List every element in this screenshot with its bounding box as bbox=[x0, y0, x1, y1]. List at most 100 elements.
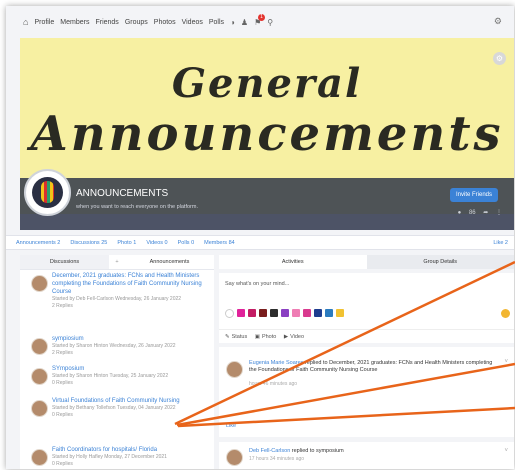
post-composer: Say what's on your mind... ✎ Status ▣ Phot… bbox=[219, 273, 514, 343]
home-icon[interactable]: ⌂ bbox=[23, 17, 28, 27]
discussion-meta: Started by Sharon Hinton Tuesday, 25 Jan… bbox=[52, 373, 169, 379]
discussion-title[interactable]: Virtual Foundations of Faith Community N… bbox=[52, 397, 214, 405]
color-swatch[interactable] bbox=[325, 309, 333, 317]
group-name: ANNOUNCEMENTS bbox=[76, 188, 169, 199]
banner-title-line1: General bbox=[171, 60, 363, 107]
composer-input[interactable]: Say what's on your mind... bbox=[225, 281, 289, 287]
color-swatch[interactable] bbox=[270, 309, 278, 317]
stat-members[interactable]: Members 84 bbox=[204, 240, 235, 246]
activity-author[interactable]: Eugenia Marie Soares bbox=[249, 360, 303, 366]
tab-announcements[interactable]: Announcements bbox=[125, 255, 214, 269]
stat-videos[interactable]: Videos 0 bbox=[146, 240, 167, 246]
appearance-icon[interactable]: ◑ bbox=[230, 18, 235, 27]
video-icon: ▶ bbox=[283, 334, 289, 340]
chevron-down-icon[interactable]: ˅ bbox=[504, 448, 508, 454]
avatar[interactable] bbox=[226, 449, 243, 466]
list-item: Virtual Foundations of Faith Community N… bbox=[20, 394, 214, 443]
color-swatch[interactable] bbox=[292, 309, 300, 317]
discussion-replies: 2 Replies bbox=[52, 303, 73, 309]
avatar[interactable] bbox=[226, 361, 243, 378]
discussion-meta: Started by Deb Fell-Carlson Wednesday, 2… bbox=[52, 296, 182, 302]
nav-profile[interactable]: Profile bbox=[34, 19, 54, 26]
discussions-panel: Discussions + Announcements December, 20… bbox=[20, 255, 214, 469]
color-swatch[interactable] bbox=[314, 309, 322, 317]
gear-icon[interactable]: ⚙ bbox=[494, 16, 502, 27]
color-swatch[interactable] bbox=[225, 309, 234, 318]
activity-author[interactable]: Deb Fell-Carlson bbox=[249, 448, 290, 454]
discussion-list: December, 2021 graduates: FCNs and Healt… bbox=[20, 269, 214, 469]
discussion-title[interactable]: sympiosium bbox=[52, 335, 214, 343]
composer-tools: ✎ Status ▣ Photo ▶ Video bbox=[219, 329, 514, 344]
nav-members[interactable]: Members bbox=[60, 19, 89, 26]
list-item: SYmposium Started by Sharon Hinton Tuesd… bbox=[20, 362, 214, 394]
user-icon[interactable]: ♟ bbox=[241, 18, 248, 27]
discussion-replies: 0 Replies bbox=[52, 412, 73, 418]
stat-polls[interactable]: Polls 0 bbox=[178, 240, 195, 246]
stat-announcements[interactable]: Announcements 2 bbox=[16, 240, 60, 246]
color-swatch[interactable] bbox=[237, 309, 245, 317]
left-tabs: Discussions + Announcements bbox=[20, 255, 214, 270]
composer-status-button[interactable]: Status bbox=[232, 334, 248, 340]
color-swatch[interactable] bbox=[281, 309, 289, 317]
background-color-picker bbox=[225, 309, 347, 318]
avatar[interactable] bbox=[31, 338, 48, 355]
activity-text: Eugenia Marie Soares replied to December… bbox=[249, 360, 494, 374]
invite-friends-button[interactable]: Invite Friends bbox=[449, 188, 498, 202]
list-item: sympiosium Started by Sharon Hinton Wedn… bbox=[20, 332, 214, 362]
activity-time: 17 hours 34 minutes ago bbox=[249, 456, 305, 462]
list-item: December, 2021 graduates: FCNs and Healt… bbox=[20, 269, 214, 332]
activity-time: hours 46 minutes ago bbox=[249, 381, 298, 387]
nav-groups[interactable]: Groups bbox=[125, 19, 148, 26]
discussion-title[interactable]: December, 2021 graduates: FCNs and Healt… bbox=[52, 272, 214, 296]
group-avatar[interactable] bbox=[24, 169, 71, 216]
photo-icon: ▣ bbox=[254, 334, 260, 340]
discussion-meta: Started by Holly Hafley Monday, 27 Decem… bbox=[52, 454, 167, 460]
chevron-down-icon[interactable]: ˅ bbox=[504, 359, 508, 365]
color-swatch[interactable] bbox=[248, 309, 256, 317]
status-icon: ✎ bbox=[225, 334, 230, 340]
members-icon[interactable]: ● bbox=[458, 210, 462, 216]
search-icon[interactable]: ⚲ bbox=[267, 18, 273, 27]
member-count: 86 bbox=[468, 210, 476, 216]
discussion-title[interactable]: Faith Coordinators for hospitals/ Florid… bbox=[52, 446, 214, 454]
like-button[interactable]: Like 2 bbox=[493, 240, 508, 246]
discussion-title[interactable]: SYmposium bbox=[52, 365, 214, 373]
discussion-meta: Started by Bethany Tollefson Tuesday, 04… bbox=[52, 405, 176, 411]
stat-photos[interactable]: Photo 1 bbox=[117, 240, 136, 246]
notification-badge: 1 bbox=[258, 13, 266, 21]
cover-settings-icon[interactable]: ⚙ bbox=[493, 52, 506, 65]
add-discussion-button[interactable]: + bbox=[109, 255, 125, 269]
group-stats-bar: Announcements 2 Discussions 25 Photo 1 V… bbox=[6, 235, 514, 250]
group-description: when you want to reach everyone on the p… bbox=[76, 204, 198, 210]
right-tabs: Activities Group Details bbox=[219, 255, 514, 269]
notifications-icon[interactable]: ⚑ 1 bbox=[254, 13, 266, 27]
avatar[interactable] bbox=[31, 368, 48, 385]
color-swatch[interactable] bbox=[336, 309, 344, 317]
discussion-replies: 0 Replies bbox=[52, 380, 73, 386]
color-swatch[interactable] bbox=[259, 309, 267, 317]
activity-item: Deb Fell-Carlson replied to symposium 17… bbox=[219, 442, 514, 469]
tab-discussions[interactable]: Discussions bbox=[20, 255, 109, 269]
nav-photos[interactable]: Photos bbox=[154, 19, 176, 26]
tab-group-details[interactable]: Group Details bbox=[366, 255, 514, 269]
options-icon[interactable]: ⋮ bbox=[496, 210, 502, 216]
activity-description: replied to symposium bbox=[291, 448, 344, 454]
list-item: Faith Coordinators for hospitals/ Florid… bbox=[20, 443, 214, 469]
activity-like-button[interactable]: Like bbox=[226, 423, 236, 429]
share-icon[interactable]: ➦ bbox=[483, 210, 488, 216]
emoji-icon[interactable] bbox=[501, 309, 510, 318]
tab-activities[interactable]: Activities bbox=[219, 255, 367, 269]
nav-polls[interactable]: Polls bbox=[209, 19, 224, 26]
group-header: ANNOUNCEMENTS when you want to reach eve… bbox=[20, 169, 514, 230]
avatar[interactable] bbox=[31, 449, 48, 466]
discussion-replies: 0 Replies bbox=[52, 461, 73, 467]
composer-video-button[interactable]: Video bbox=[290, 334, 304, 340]
stat-discussions[interactable]: Discussions 25 bbox=[70, 240, 107, 246]
color-swatch[interactable] bbox=[303, 309, 311, 317]
app-window: ⌂ Profile Members Friends Groups Photos … bbox=[6, 6, 514, 469]
avatar[interactable] bbox=[31, 400, 48, 417]
avatar[interactable] bbox=[31, 275, 48, 292]
nav-friends[interactable]: Friends bbox=[95, 19, 118, 26]
composer-photo-button[interactable]: Photo bbox=[262, 334, 276, 340]
nav-videos[interactable]: Videos bbox=[182, 19, 203, 26]
